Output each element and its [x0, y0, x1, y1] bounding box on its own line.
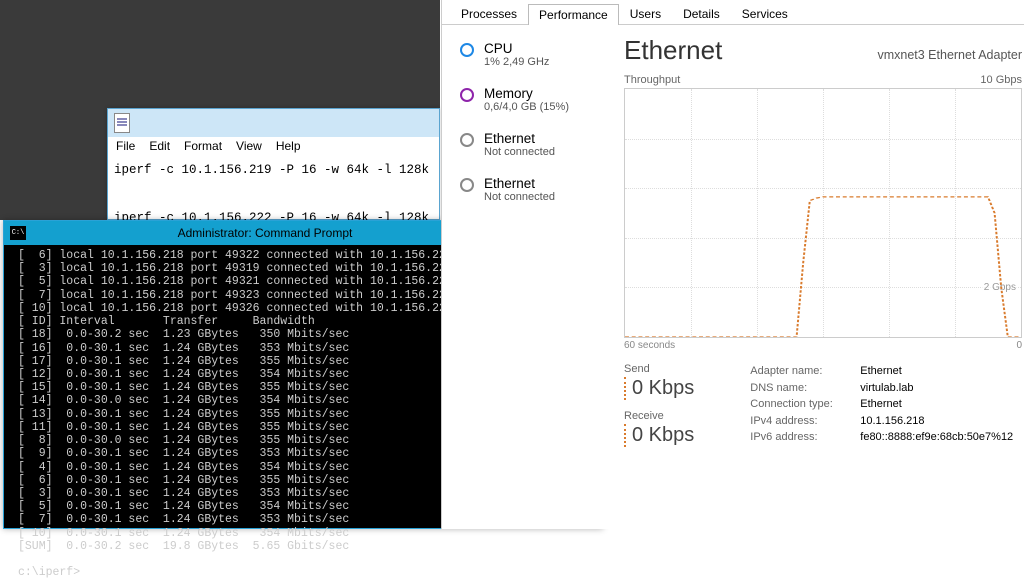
sidebar-item-ethernet[interactable]: EthernetNot connected: [458, 170, 608, 209]
tab-users[interactable]: Users: [619, 3, 672, 24]
tab-details[interactable]: Details: [672, 3, 731, 24]
tm-detail-pane: Ethernet vmxnet3 Ethernet Adapter Throug…: [624, 35, 1024, 494]
radio-icon: [460, 178, 474, 192]
sidebar-item-cpu[interactable]: CPU1% 2,49 GHz: [458, 35, 608, 74]
network-info-table: Adapter name: Ethernet DNS name: virtulab.l…: [750, 363, 1013, 447]
menu-edit[interactable]: Edit: [149, 139, 170, 153]
info-key: IPv4 address:: [750, 413, 854, 430]
sidebar-item-label: Ethernet: [484, 131, 555, 146]
task-manager-window: ProcessesPerformanceUsersDetailsServices…: [441, 0, 1024, 529]
sidebar-item-label: CPU: [484, 41, 549, 56]
graph-ymax: 10 Gbps: [980, 74, 1022, 86]
info-key: IPv6 address:: [750, 429, 854, 446]
sidebar-item-sub: 1% 2,49 GHz: [484, 56, 549, 68]
info-value: Ethernet: [860, 396, 902, 413]
receive-label: Receive: [624, 410, 694, 422]
info-value: fe80::8888:ef9e:68cb:50e7%12: [860, 429, 1013, 446]
graph-label: Throughput: [624, 74, 680, 86]
menu-format[interactable]: Format: [184, 139, 222, 153]
notepad-titlebar[interactable]: [108, 109, 439, 137]
tab-services[interactable]: Services: [731, 3, 799, 24]
throughput-graph: 2 Gbps: [624, 88, 1022, 338]
info-value: 10.1.156.218: [860, 413, 924, 430]
sidebar-item-label: Ethernet: [484, 176, 555, 191]
sidebar-item-sub: Not connected: [484, 146, 555, 158]
info-value: Ethernet: [860, 363, 902, 380]
tm-sidebar: CPU1% 2,49 GHz Memory0,6/4,0 GB (15%) Ethe…: [458, 35, 608, 494]
sidebar-item-sub: 0,6/4,0 GB (15%): [484, 101, 569, 113]
cmd-title-text: Administrator: Command Prompt: [32, 226, 498, 240]
radio-icon: [460, 43, 474, 57]
notepad-icon: [114, 113, 130, 133]
cmd-icon: C:\: [10, 226, 26, 240]
tab-performance[interactable]: Performance: [528, 4, 619, 25]
send-value: 0 Kbps: [624, 377, 694, 400]
adapter-description: vmxnet3 Ethernet Adapter: [877, 48, 1022, 62]
xaxis-left: 60 seconds: [624, 340, 675, 351]
menu-file[interactable]: File: [116, 139, 135, 153]
tm-detail-title: Ethernet: [624, 35, 722, 66]
send-label: Send: [624, 363, 694, 375]
tab-processes[interactable]: Processes: [450, 3, 528, 24]
radio-icon: [460, 88, 474, 102]
sidebar-item-ethernet[interactable]: EthernetNot connected: [458, 125, 608, 164]
sidebar-item-sub: Not connected: [484, 191, 555, 203]
notepad-window: File Edit Format View Help iperf -c 10.1…: [107, 108, 440, 220]
sidebar-item-label: Memory: [484, 86, 569, 101]
info-key: DNS name:: [750, 380, 854, 397]
info-key: Connection type:: [750, 396, 854, 413]
menu-help[interactable]: Help: [276, 139, 301, 153]
info-key: Adapter name:: [750, 363, 854, 380]
receive-value: 0 Kbps: [624, 424, 694, 447]
radio-icon: [460, 133, 474, 147]
xaxis-right: 0: [1016, 340, 1022, 351]
sidebar-item-memory[interactable]: Memory0,6/4,0 GB (15%): [458, 80, 608, 119]
tm-tab-bar: ProcessesPerformanceUsersDetailsServices: [442, 0, 1024, 25]
menu-view[interactable]: View: [236, 139, 262, 153]
graph-line: [625, 89, 1021, 337]
notepad-menubar: File Edit Format View Help: [108, 137, 439, 155]
info-value: virtulab.lab: [860, 380, 913, 397]
